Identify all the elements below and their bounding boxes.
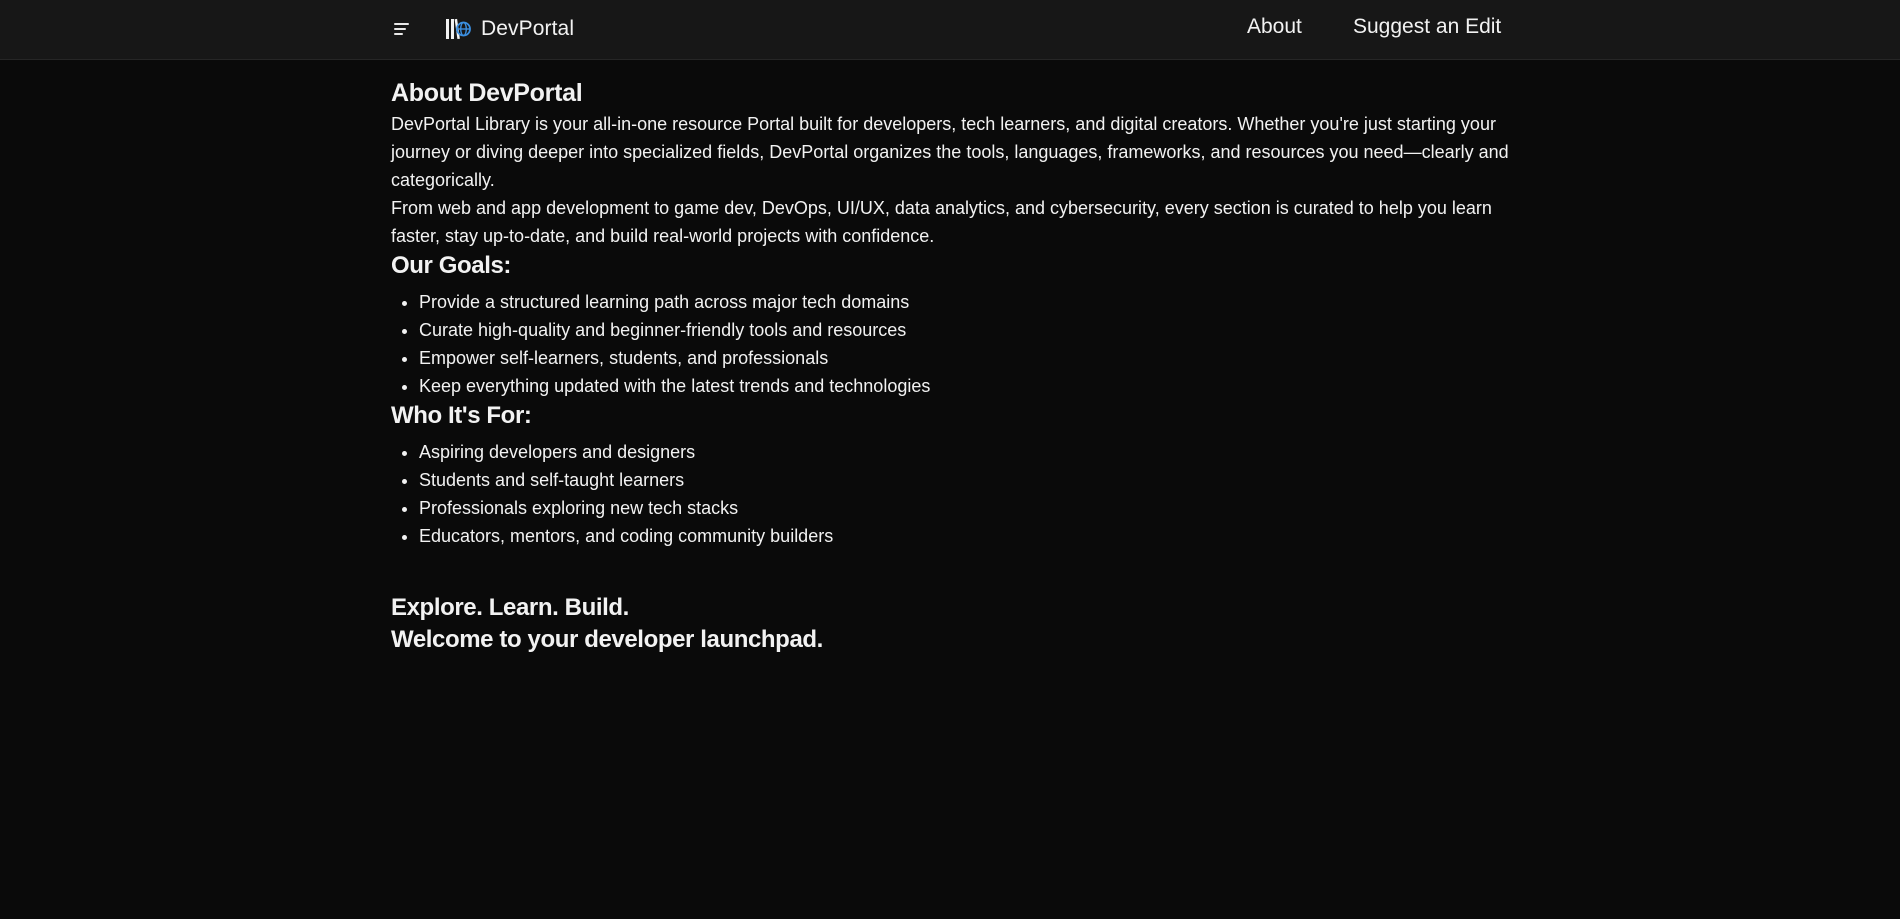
list-item: Students and self-taught learners [419,466,1511,494]
brand-name: DevPortal [481,17,575,40]
page-title: About DevPortal [391,79,583,107]
main-content: About DevPortal DevPortal Library is you… [391,76,1511,656]
tagline-line-2: Welcome to your developer launchpad. [391,626,823,653]
closing-tagline: Explore. Learn. Build. Welcome to your d… [391,592,1511,656]
list-item: Aspiring developers and designers [419,438,1511,466]
audience-heading: Who It's For: [391,402,532,429]
list-item: Empower self-learners, students, and pro… [419,344,1511,372]
list-item: Keep everything updated with the latest … [419,372,1511,400]
nav-link-suggest-edit[interactable]: Suggest an Edit [1353,15,1501,39]
list-item: Professionals exploring new tech stacks [419,494,1511,522]
sections-paragraph: From web and app development to game dev… [391,198,1492,246]
list-item: Provide a structured learning path acros… [419,288,1511,316]
goals-list: Provide a structured learning path acros… [391,288,1511,400]
tagline-line-1: Explore. Learn. Build. [391,594,629,621]
goals-heading: Our Goals: [391,252,512,279]
list-item: Curate high-quality and beginner-friendl… [419,316,1511,344]
top-navbar: DevPortal About Suggest an Edit [0,0,1900,60]
library-logo-icon [446,18,471,40]
nav-link-about[interactable]: About [1247,15,1302,39]
brand-link[interactable]: DevPortal [445,14,574,44]
list-item: Educators, mentors, and coding community… [419,522,1511,550]
intro-paragraph: DevPortal Library is your all-in-one res… [391,114,1509,190]
audience-list: Aspiring developers and designers Studen… [391,438,1511,550]
menu-icon[interactable] [394,18,416,40]
